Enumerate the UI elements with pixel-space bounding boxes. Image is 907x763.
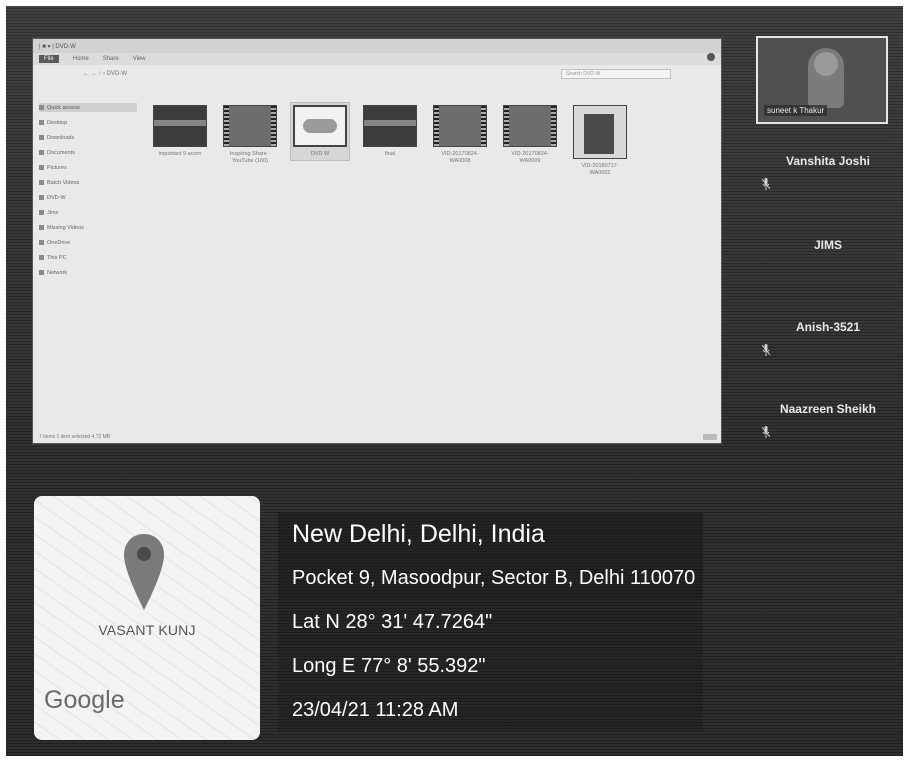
nav-item-batch-videos[interactable]: Batch Videos <box>39 178 137 187</box>
participant-name: Naazreen Sheikh <box>779 402 877 416</box>
nav-item-label: OneDrive <box>47 239 71 246</box>
participant-name: JIMS <box>813 238 842 252</box>
file-name: final <box>384 151 396 157</box>
participant-name: Anish-3521 <box>795 320 861 334</box>
participant-anish[interactable]: Anish-3521 <box>758 320 898 356</box>
search-input[interactable]: Search DVD-W <box>561 69 671 79</box>
nav-item-label: Missing Videos <box>47 224 84 231</box>
tab-home[interactable]: Home <box>73 56 89 62</box>
tab-share[interactable]: Share <box>103 56 119 62</box>
nav-item-downloads[interactable]: Downloads <box>39 133 137 142</box>
folder-icon <box>39 180 44 185</box>
view-toggle[interactable] <box>703 434 717 440</box>
mic-muted-icon <box>762 344 770 356</box>
file-item[interactable]: Inspiring Share - YouTube (160) <box>221 103 279 167</box>
shared-screen[interactable]: | ■ ▾ | DVD-W File Home Share View ← → ↑… <box>32 38 722 444</box>
video-thumbnail <box>503 105 557 147</box>
nav-item-label: Pictures <box>47 164 67 171</box>
nav-item-label: Documents <box>47 149 75 156</box>
video-thumbnail <box>573 105 627 159</box>
video-thumbnail <box>293 105 347 147</box>
nav-item-label: Desktop <box>47 119 68 126</box>
cloud-icon <box>39 240 44 245</box>
nav-item-label: Network <box>47 269 68 276</box>
explorer-body: Quick access Desktop Downloads Documents… <box>33 83 721 431</box>
nav-item-missing-videos[interactable]: Missing Videos <box>39 223 137 232</box>
file-item[interactable]: VID-20170824-WA0009 <box>501 103 559 167</box>
nav-item-jims[interactable]: Jims <box>39 208 137 217</box>
participant-name: Vanshita Joshi <box>785 154 871 168</box>
file-grid: important 9 acorn Inspiring Share - YouT… <box>137 83 721 431</box>
file-item-selected[interactable]: DVD W <box>290 102 350 161</box>
nav-item-pictures[interactable]: Pictures <box>39 163 137 172</box>
file-item[interactable]: VID-20170824-WA0008 <box>431 103 489 167</box>
nav-item-onedrive[interactable]: OneDrive <box>39 238 137 247</box>
mic-muted-icon <box>762 178 770 190</box>
nav-item-this-pc[interactable]: This PC <box>39 253 137 262</box>
nav-item-label: Batch Videos <box>47 179 80 186</box>
file-name: VID-20180717-WA0002 <box>581 163 619 176</box>
file-name: VID-20170824-WA0009 <box>511 151 549 164</box>
tab-file[interactable]: File <box>39 55 59 63</box>
nav-item-label: Downloads <box>47 134 75 141</box>
video-thumbnail <box>363 105 417 147</box>
file-item[interactable]: important 9 acorn <box>151 103 209 160</box>
picture-icon <box>39 165 44 170</box>
nav-item-label: Quick access <box>47 104 80 111</box>
stamp-longitude: Long E 77° 8' 55.392" <box>278 644 704 688</box>
computer-icon <box>39 255 44 260</box>
address-path[interactable]: ← → ↑ › DVD-W <box>83 71 127 77</box>
folder-icon <box>39 195 44 200</box>
map-place-label: VASANT KUNJ <box>98 622 196 638</box>
location-map-card: VASANT KUNJ Google <box>34 496 260 740</box>
stamp-latitude: Lat N 28° 31' 47.7264" <box>278 600 704 644</box>
video-thumbnail <box>433 105 487 147</box>
explorer-title: | ■ ▾ | DVD-W <box>39 43 76 50</box>
nav-item-desktop[interactable]: Desktop <box>39 118 137 127</box>
video-thumbnail <box>223 105 277 147</box>
document-icon <box>39 150 44 155</box>
stamp-address: Pocket 9, Masoodpur, Sector B, Delhi 110… <box>278 556 704 600</box>
meeting-photo: | ■ ▾ | DVD-W File Home Share View ← → ↑… <box>6 6 903 756</box>
map-pin-icon <box>124 534 164 610</box>
nav-item-quick-access[interactable]: Quick access <box>39 103 137 112</box>
mic-muted-icon <box>762 426 770 438</box>
star-icon <box>39 105 44 110</box>
explorer-title-bar: | ■ ▾ | DVD-W <box>33 39 721 53</box>
tab-view[interactable]: View <box>133 56 146 62</box>
file-name: DVD W <box>310 151 330 157</box>
file-item[interactable]: VID-20180717-WA0002 <box>571 103 629 179</box>
address-bar[interactable]: ← → ↑ › DVD-W Search DVD-W <box>33 65 721 83</box>
nav-item-label: This PC <box>47 254 67 261</box>
folder-icon <box>39 225 44 230</box>
video-tile-name: suneet k Thakur <box>764 105 828 116</box>
file-item[interactable]: final <box>361 103 419 160</box>
nav-item-label: Jims <box>47 209 59 216</box>
stamp-city: New Delhi, Delhi, India <box>278 512 704 556</box>
status-bar: 7 items 1 item selected 4.72 MB <box>39 434 111 440</box>
download-icon <box>39 135 44 140</box>
participant-vanshita-joshi[interactable]: Vanshita Joshi <box>758 154 898 190</box>
navigation-pane: Quick access Desktop Downloads Documents… <box>33 83 137 431</box>
google-logo: Google <box>44 686 125 714</box>
geo-stamp: New Delhi, Delhi, India Pocket 9, Masood… <box>278 512 704 732</box>
participant-naazreen-sheikh[interactable]: Naazreen Sheikh <box>758 402 898 438</box>
participant-video-head <box>814 52 838 76</box>
network-icon <box>39 270 44 275</box>
participant-video-tile[interactable]: suneet k Thakur <box>756 36 888 124</box>
nav-item-documents[interactable]: Documents <box>39 148 137 157</box>
file-name: VID-20170824-WA0008 <box>441 151 479 164</box>
stamp-datetime: 23/04/21 11:28 AM <box>278 688 704 732</box>
close-icon[interactable] <box>707 53 715 61</box>
file-name: important 9 acorn <box>158 151 202 157</box>
file-name: Inspiring Share - YouTube (160) <box>229 151 271 164</box>
participant-jims[interactable]: JIMS <box>758 238 898 252</box>
folder-icon <box>39 210 44 215</box>
video-thumbnail <box>153 105 207 147</box>
ribbon-tabs: File Home Share View <box>33 53 721 65</box>
desktop-icon <box>39 120 44 125</box>
nav-item-dvd-w[interactable]: DVD-W <box>39 193 137 202</box>
nav-item-label: DVD-W <box>47 194 66 201</box>
nav-item-network[interactable]: Network <box>39 268 137 277</box>
